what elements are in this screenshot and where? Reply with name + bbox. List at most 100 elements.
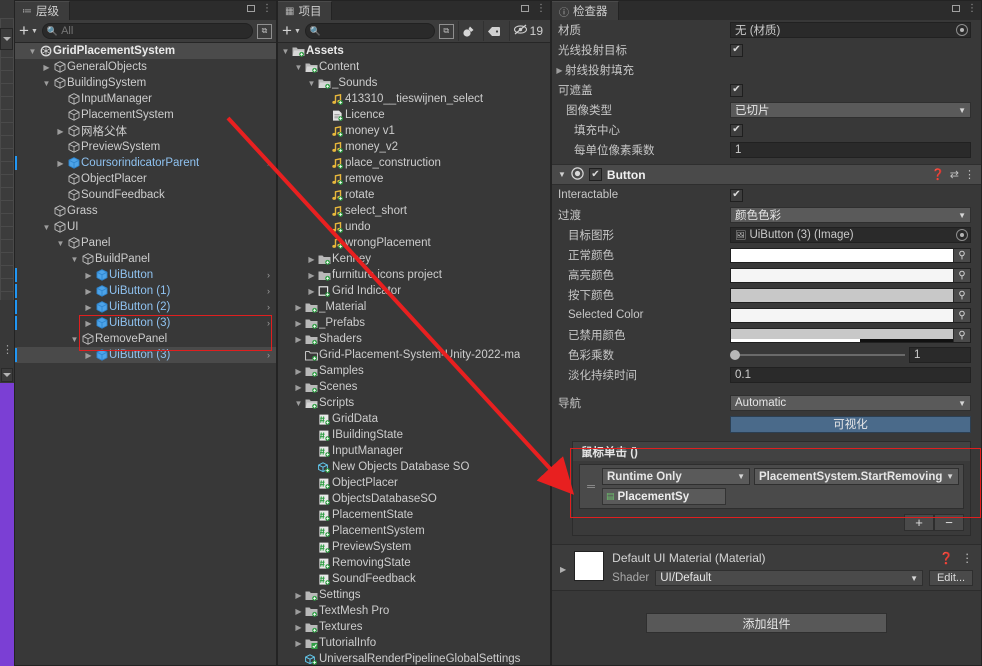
project-row[interactable]: ▼ Assets xyxy=(278,43,550,59)
chevron-right-icon[interactable]: ▶ xyxy=(554,66,565,75)
hierarchy-row[interactable]: ▶ UiButton (3) › xyxy=(15,347,276,363)
add-gameobject-button[interactable]: + ▼ xyxy=(19,22,38,39)
project-row[interactable]: Grid-Placement-System-Unity-2022-ma xyxy=(278,347,550,363)
chevron-right-icon[interactable]: ▶ xyxy=(293,335,304,344)
project-row[interactable]: ▼ Scripts xyxy=(278,395,550,411)
hierarchy-row[interactable]: ▼ GridPlacementSystem xyxy=(15,43,276,59)
ppu-value[interactable]: 1 xyxy=(730,142,971,158)
color-multiplier-value[interactable]: 1 xyxy=(909,347,971,363)
onclick-object-field[interactable]: ▤ PlacementSy xyxy=(602,488,726,505)
tab-inspector[interactable]: ⓘ 检查器 xyxy=(552,1,619,20)
eyedropper-icon[interactable]: ⚲ xyxy=(953,288,970,302)
edit-shader-button[interactable]: Edit... xyxy=(929,570,973,586)
hierarchy-row[interactable]: ▶ 网格父体 xyxy=(15,123,276,139)
fill-center-checkbox[interactable]: ✔ xyxy=(730,123,743,137)
eyedropper-icon[interactable]: ⚲ xyxy=(953,328,970,342)
project-row[interactable]: Licence xyxy=(278,107,550,123)
project-row[interactable]: SoundFeedback xyxy=(278,571,550,587)
add-component-button[interactable]: 添加组件 xyxy=(646,613,887,633)
chevron-right-icon[interactable]: › xyxy=(267,350,270,360)
target-graphic-field[interactable]: 🖼 UiButton (3) (Image) xyxy=(730,227,971,243)
project-row[interactable]: PlacementState xyxy=(278,507,550,523)
eyedropper-icon[interactable]: ⚲ xyxy=(953,308,970,322)
chevron-down-icon[interactable]: ▼ xyxy=(69,335,80,344)
object-picker-icon[interactable] xyxy=(956,24,968,36)
hierarchy-row[interactable]: ▶ GeneralObjects xyxy=(15,59,276,75)
project-row[interactable]: ▶ furniture icons project xyxy=(278,267,550,283)
project-row[interactable]: GridData xyxy=(278,411,550,427)
maskable-checkbox[interactable]: ✔ xyxy=(730,83,743,97)
kebab-icon[interactable]: ⋮ xyxy=(962,551,974,565)
project-row[interactable]: PreviewSystem xyxy=(278,539,550,555)
hierarchy-row[interactable]: SoundFeedback xyxy=(15,187,276,203)
chevron-right-icon[interactable]: ▶ xyxy=(293,367,304,376)
chevron-right-icon[interactable]: ▶ xyxy=(55,127,66,136)
project-row[interactable]: ObjectPlacer xyxy=(278,475,550,491)
help-icon[interactable]: ❓ xyxy=(931,168,945,181)
tab-project[interactable]: ▦ 项目 xyxy=(278,1,333,20)
hierarchy-row[interactable]: ▼ Panel xyxy=(15,235,276,251)
chevron-down-icon[interactable]: ▼ xyxy=(41,79,52,88)
material-field[interactable]: 无 (材质) xyxy=(730,22,971,38)
chevron-right-icon[interactable]: › xyxy=(267,270,270,280)
chevron-right-icon[interactable]: ▶ xyxy=(293,639,304,648)
pressed-color-swatch[interactable]: ⚲ xyxy=(730,287,971,303)
highlighted-color-swatch[interactable]: ⚲ xyxy=(730,267,971,283)
hierarchy-row[interactable]: ▶ UiButton (1) › xyxy=(15,283,276,299)
project-row[interactable]: 413310__tieswijnen_select xyxy=(278,91,550,107)
hierarchy-search-field[interactable] xyxy=(61,25,248,37)
project-row[interactable]: IBuildingState xyxy=(278,427,550,443)
project-row[interactable]: ▼ Content xyxy=(278,59,550,75)
target-graphic-object-field[interactable]: 🖼 UiButton (3) (Image) xyxy=(730,227,971,243)
project-row[interactable]: money v1 xyxy=(278,123,550,139)
project-row[interactable]: ObjectsDatabaseSO xyxy=(278,491,550,507)
chevron-right-icon[interactable]: › xyxy=(267,158,270,168)
hierarchy-row[interactable]: ▶ UiButton (3) › xyxy=(15,315,276,331)
project-row[interactable]: ▶ Textures xyxy=(278,619,550,635)
project-row[interactable]: undo xyxy=(278,219,550,235)
kebab-icon[interactable]: ⋮ xyxy=(964,168,975,181)
open-in-new-window-icon[interactable]: ⧉ xyxy=(438,23,454,39)
kebab-icon[interactable]: ⋮ xyxy=(262,3,272,14)
hierarchy-row[interactable]: ObjectPlacer xyxy=(15,171,276,187)
chevron-right-icon[interactable]: ▶ xyxy=(293,303,304,312)
project-row[interactable]: ▶ Grid Indicator xyxy=(278,283,550,299)
maximize-icon[interactable] xyxy=(521,5,529,12)
chevron-right-icon[interactable]: ▶ xyxy=(41,63,52,72)
help-icon[interactable]: ❓ xyxy=(939,551,953,565)
chevron-right-icon[interactable]: › xyxy=(267,302,270,312)
project-row[interactable]: RemovingState xyxy=(278,555,550,571)
project-window-buttons[interactable]: ⋮ xyxy=(521,3,546,14)
chevron-down-icon[interactable]: ▼ xyxy=(27,47,38,56)
collapse-toggle[interactable] xyxy=(1,368,13,382)
project-row[interactable]: ▼ _Sounds xyxy=(278,75,550,91)
chevron-down-icon[interactable]: ▼ xyxy=(41,223,52,232)
chevron-down-icon[interactable]: ▼ xyxy=(69,255,80,264)
eyedropper-icon[interactable]: ⚲ xyxy=(953,268,970,282)
project-row[interactable]: ▶ Samples xyxy=(278,363,550,379)
chevron-right-icon[interactable]: ▶ xyxy=(293,591,304,600)
project-row[interactable]: rotate xyxy=(278,187,550,203)
image-type-dropdown[interactable]: 已切片 ▼ xyxy=(730,102,971,118)
project-row[interactable]: wrongPlacement xyxy=(278,235,550,251)
kebab-icon[interactable]: ⋮ xyxy=(967,3,977,14)
hierarchy-search-input[interactable]: 🔍 xyxy=(41,23,253,39)
selected-color-swatch[interactable]: ⚲ xyxy=(730,307,971,323)
fade-duration-field[interactable]: 0.1 xyxy=(730,367,971,383)
project-row[interactable]: place_construction xyxy=(278,155,550,171)
raycast-target-checkbox[interactable]: ✔ xyxy=(730,43,743,57)
hierarchy-row[interactable]: PreviewSystem xyxy=(15,139,276,155)
navigation-dropdown[interactable]: Automatic ▼ xyxy=(730,395,971,411)
project-row[interactable]: ▶ Kenney xyxy=(278,251,550,267)
chevron-right-icon[interactable]: ▶ xyxy=(293,623,304,632)
visualize-field[interactable]: 可视化 xyxy=(730,415,971,433)
chevron-down-icon[interactable]: ▼ xyxy=(293,399,304,408)
hierarchy-row[interactable]: InputManager xyxy=(15,91,276,107)
chevron-right-icon[interactable]: ▶ xyxy=(306,287,317,296)
hierarchy-row[interactable]: ▼ BuildPanel xyxy=(15,251,276,267)
preset-icon[interactable]: ⇄ xyxy=(950,168,959,181)
object-picker-icon[interactable] xyxy=(956,229,968,241)
transition-field[interactable]: 颜色色彩 ▼ xyxy=(730,207,971,223)
disabled-color-field[interactable]: ⚲ xyxy=(730,327,971,343)
create-asset-button[interactable]: + ▼ xyxy=(282,22,301,39)
